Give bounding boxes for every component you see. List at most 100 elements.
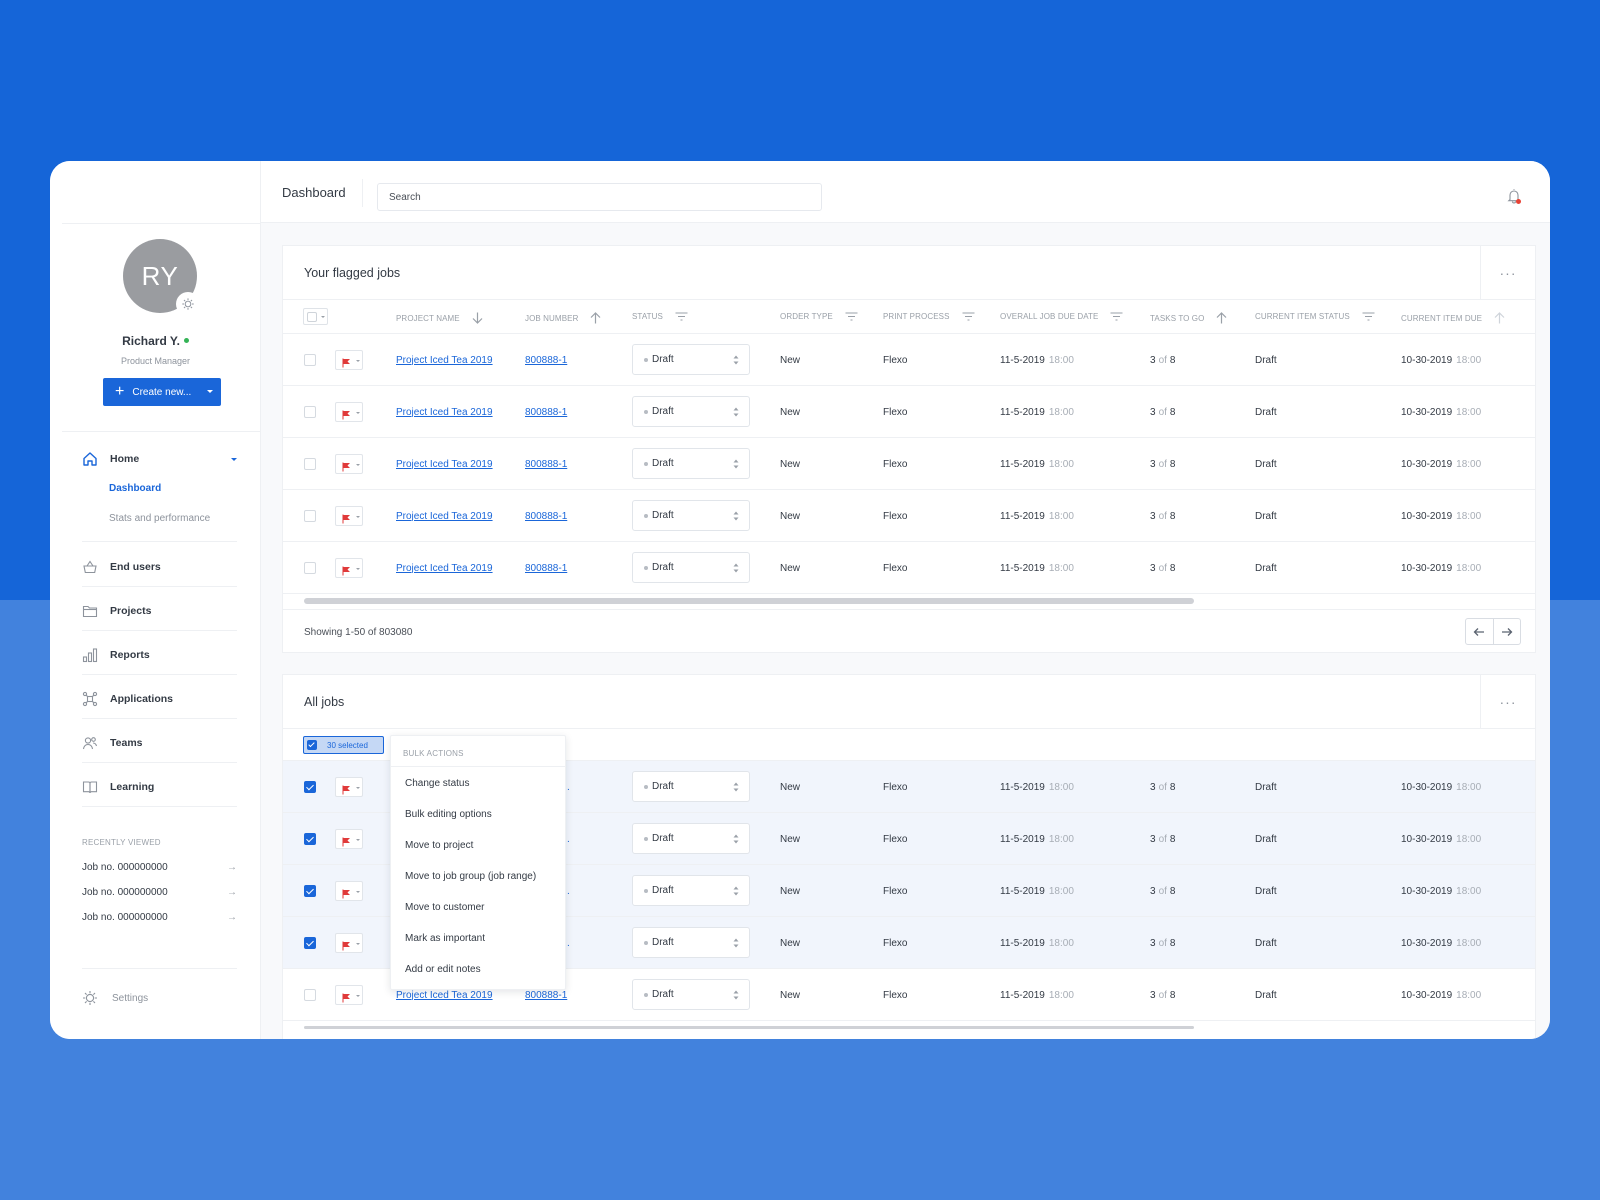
recently-viewed-item[interactable]: Job no. 000000000 → — [82, 887, 237, 898]
project-name-link[interactable]: Project Iced Tea 2019 — [396, 459, 493, 470]
bulk-action-item[interactable]: Move to project — [391, 830, 565, 861]
more-options-button[interactable]: ··· — [1480, 675, 1535, 728]
column-header-project-name[interactable]: PROJECT NAME — [396, 312, 483, 324]
flag-dropdown-button[interactable] — [335, 777, 363, 797]
sort-up-icon[interactable] — [584, 312, 601, 324]
next-page-button[interactable] — [1492, 619, 1520, 644]
row-checkbox[interactable] — [304, 510, 316, 522]
job-number-link[interactable]: 800888-1 — [525, 563, 567, 574]
bulk-action-item[interactable]: Mark as important — [391, 923, 565, 954]
status-select[interactable]: Draft — [632, 552, 750, 583]
table-row[interactable]: Project Iced Tea 2019 800888-1 Draft New… — [283, 438, 1535, 490]
flag-dropdown-button[interactable] — [335, 829, 363, 849]
flag-dropdown-button[interactable] — [335, 506, 363, 526]
sidebar-item-end-users[interactable]: End users — [82, 557, 237, 577]
column-header-order-type[interactable]: ORDER TYPE — [780, 312, 858, 321]
table-row[interactable]: Project Iced Tea 2019 800888-1 Draft New… — [283, 386, 1535, 438]
job-number-link[interactable]: 800888-1 — [525, 511, 567, 522]
project-name-link[interactable]: Project Iced Tea 2019 — [396, 511, 493, 522]
chevron-down-icon[interactable] — [207, 390, 213, 393]
status-select[interactable]: Draft — [632, 979, 750, 1010]
filter-icon[interactable] — [1356, 312, 1375, 321]
job-number-link[interactable]: 800888-1 — [525, 990, 567, 1001]
column-header-current-item-due[interactable]: CURRENT ITEM DUE — [1401, 312, 1505, 324]
project-name-link[interactable]: Project Iced Tea 2019 — [396, 990, 493, 1001]
job-number-link[interactable]: 800888-1 — [525, 459, 567, 470]
more-options-button[interactable]: ··· — [1480, 246, 1535, 299]
flag-dropdown-button[interactable] — [335, 881, 363, 901]
sidebar-item-applications[interactable]: Applications — [82, 689, 237, 709]
filter-icon[interactable] — [839, 312, 858, 321]
table-row[interactable]: Project Iced Tea 2019 800888-1 Draft New… — [283, 334, 1535, 386]
sidebar-subitem-stats-and-performance[interactable]: Stats and performance — [109, 513, 210, 524]
filter-icon[interactable] — [956, 312, 975, 321]
sort-up-icon[interactable] — [1210, 312, 1227, 324]
filter-icon[interactable] — [1104, 312, 1123, 321]
flag-dropdown-button[interactable] — [335, 402, 363, 422]
row-checkbox[interactable] — [304, 458, 316, 470]
filter-icon[interactable] — [669, 312, 688, 321]
job-number-link-fragment[interactable]: . — [567, 813, 570, 865]
sidebar-item-learning[interactable]: Learning — [82, 777, 237, 797]
status-select[interactable]: Draft — [632, 396, 750, 427]
row-checkbox[interactable] — [304, 937, 316, 949]
status-select[interactable]: Draft — [632, 500, 750, 531]
bulk-action-item[interactable]: Bulk editing options — [391, 799, 565, 830]
sidebar-item-reports[interactable]: Reports — [82, 645, 237, 665]
project-name-link[interactable]: Project Iced Tea 2019 — [396, 563, 493, 574]
job-number-link-fragment[interactable]: . — [567, 865, 570, 917]
status-select[interactable]: Draft — [632, 927, 750, 958]
bulk-action-item[interactable]: Add or edit notes — [391, 954, 565, 985]
table-row[interactable]: Project Iced Tea 2019 800888-1 Draft New… — [283, 490, 1535, 542]
status-select[interactable]: Draft — [632, 875, 750, 906]
previous-page-button[interactable] — [1466, 619, 1493, 644]
bulk-action-item[interactable]: Move to customer — [391, 892, 565, 923]
create-new-button[interactable]: + Create new... — [103, 378, 221, 406]
horizontal-scrollbar[interactable] — [304, 1026, 1194, 1029]
flag-dropdown-button[interactable] — [335, 454, 363, 474]
search-input[interactable] — [377, 183, 822, 211]
flag-dropdown-button[interactable] — [335, 933, 363, 953]
bulk-action-item[interactable]: Change status — [391, 768, 565, 799]
project-name-link[interactable]: Project Iced Tea 2019 — [396, 355, 493, 366]
row-checkbox[interactable] — [304, 989, 316, 1001]
row-checkbox[interactable] — [304, 781, 316, 793]
bulk-action-item[interactable]: Move to job group (job range) — [391, 861, 565, 892]
status-select[interactable]: Draft — [632, 771, 750, 802]
avatar-settings-button[interactable] — [176, 292, 200, 316]
job-number-link[interactable]: 800888-1 — [525, 355, 567, 366]
chevron-down-icon[interactable] — [231, 458, 237, 461]
status-select[interactable]: Draft — [632, 823, 750, 854]
flag-dropdown-button[interactable] — [335, 558, 363, 578]
column-header-job-number[interactable]: JOB NUMBER — [525, 312, 601, 324]
column-header-print-process[interactable]: PRINT PROCESS — [883, 312, 975, 321]
sort-up-icon[interactable] — [1488, 312, 1505, 324]
job-number-link-fragment[interactable]: . — [567, 761, 570, 813]
recently-viewed-item[interactable]: Job no. 000000000 → — [82, 912, 237, 923]
status-select[interactable]: Draft — [632, 344, 750, 375]
flag-dropdown-button[interactable] — [335, 350, 363, 370]
status-select[interactable]: Draft — [632, 448, 750, 479]
project-name-link[interactable]: Project Iced Tea 2019 — [396, 407, 493, 418]
sidebar-item-home[interactable]: Home — [82, 449, 237, 469]
job-number-link-fragment[interactable]: . — [567, 917, 570, 969]
column-header-current-item-status[interactable]: CURRENT ITEM STATUS — [1255, 312, 1375, 321]
selection-count-button[interactable]: 30 selected — [303, 736, 384, 754]
row-checkbox[interactable] — [304, 354, 316, 366]
sidebar-item-projects[interactable]: Projects — [82, 601, 237, 621]
column-header-status[interactable]: STATUS — [632, 312, 688, 321]
horizontal-scrollbar[interactable] — [304, 598, 1194, 604]
flag-dropdown-button[interactable] — [335, 985, 363, 1005]
row-checkbox[interactable] — [304, 885, 316, 897]
row-checkbox[interactable] — [304, 562, 316, 574]
column-header-tasks-to-go[interactable]: TASKS TO GO — [1150, 312, 1227, 324]
table-row[interactable]: Project Iced Tea 2019 800888-1 Draft New… — [283, 542, 1535, 594]
job-number-link[interactable]: 800888-1 — [525, 407, 567, 418]
sidebar-item-settings[interactable]: Settings — [82, 990, 148, 1006]
sort-down-icon[interactable] — [466, 312, 483, 324]
select-all-checkbox[interactable] — [303, 308, 328, 325]
row-checkbox[interactable] — [304, 833, 316, 845]
sidebar-item-teams[interactable]: Teams — [82, 733, 237, 753]
column-header-overall-job-due-date[interactable]: OVERALL JOB DUE DATE — [1000, 312, 1123, 321]
row-checkbox[interactable] — [304, 406, 316, 418]
